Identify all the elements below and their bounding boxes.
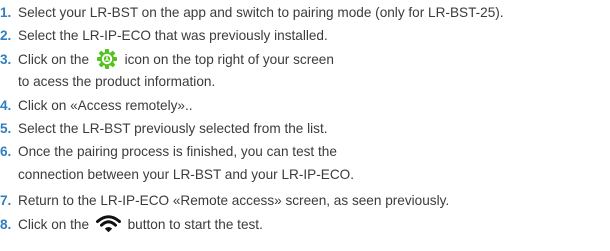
step-number: 2. [0,28,12,43]
step-number: 6. [0,144,12,159]
wifi-icon [95,215,121,233]
step-text-after-icon: button to start the test. [127,217,263,232]
step-3: 3. Click on the icon on the top right of… [0,48,334,70]
step-text: Click on «Access remotely».. [18,98,193,113]
step-text-after-icon: icon on the top right of your screen [124,52,334,67]
step-text: Select the LR-BST previously selected fr… [18,121,328,136]
step-text: connection between your LR-BST and your … [18,167,354,182]
step-1: 1. Select your LR-BST on the app and swit… [0,2,504,24]
step-number: 7. [0,193,12,208]
step-3-continued: to acess the product information. [0,71,215,93]
step-text-before-icon: Click on the [18,52,90,67]
step-text: Return to the LR-IP-ECO «Remote access» … [18,193,450,208]
step-7: 7. Return to the LR-IP-ECO «Remote access… [0,190,449,212]
step-4: 4. Click on «Access remotely».. [0,95,193,117]
step-number: 3. [0,52,12,67]
step-number: 1. [0,5,12,20]
step-number: 4. [0,98,12,113]
step-number: 8. [0,217,12,232]
step-text-before-icon: Click on the [18,217,90,232]
step-text: Once the pairing process is finished, yo… [18,144,337,159]
step-text: to acess the product information. [18,74,216,89]
step-5: 5. Select the LR-BST previously selected … [0,118,328,140]
step-number: 5. [0,121,12,136]
step-text: Select your LR-BST on the app and switch… [18,5,504,20]
step-6-continued: connection between your LR-BST and your … [0,164,354,186]
gear-icon [96,48,118,70]
step-6: 6. Once the pairing process is finished, … [0,141,337,163]
step-2: 2. Select the LR-IP-ECO that was previous… [0,25,328,47]
instruction-steps: 1. Select your LR-BST on the app and swit… [0,0,610,251]
step-8: 8. Click on the button to start the test. [0,214,263,236]
step-text: Select the LR-IP-ECO that was previously… [18,28,328,43]
